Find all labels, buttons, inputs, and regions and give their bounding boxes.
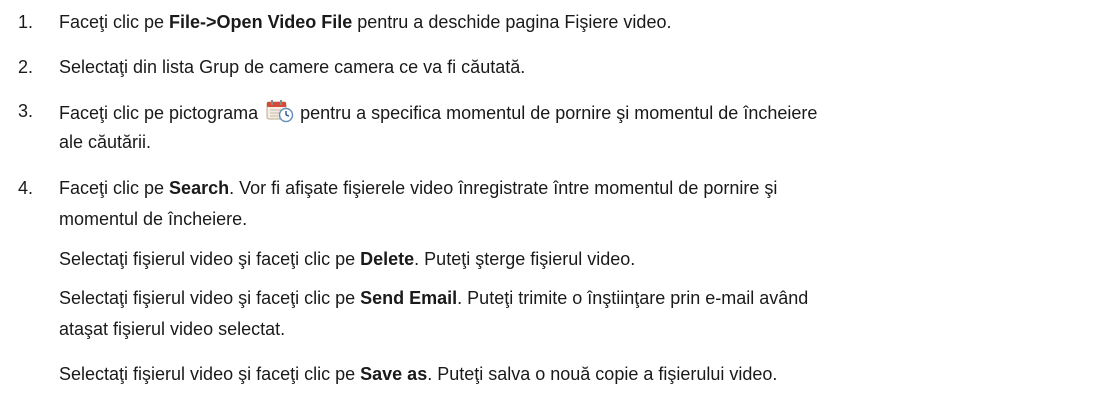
step-1-text-a: Faceţi clic pe <box>59 12 170 32</box>
note-send-email-bold: Send Email <box>360 288 458 308</box>
step-2-number: 2. <box>18 57 34 77</box>
step-3-text-b: pentru a specifica momentul de pornire ş… <box>300 103 818 123</box>
note-save-as: Selectaţi fişierul video şi faceţi clic … <box>59 362 777 386</box>
step-3-text: Faceţi clic pe pictograma pentru a speci… <box>59 99 817 123</box>
step-4-text: Faceţi clic pe Search. Vor fi afişate fi… <box>59 176 777 200</box>
note-send-email-text-a: Selectaţi fişierul video şi faceţi clic … <box>59 288 361 308</box>
note-send-email-continued: ataşat fişierul video selectat. <box>59 319 286 339</box>
step-1-text: Faceţi clic pe File->Open Video File pen… <box>59 10 671 34</box>
note-delete-text-b: . Puteţi şterge fişierul video. <box>414 249 636 269</box>
step-1-text-b: pentru a deschide pagina Fişiere video. <box>352 12 672 32</box>
note-save-as-bold: Save as <box>360 364 428 384</box>
note-delete-text-a: Selectaţi fişierul video şi faceţi clic … <box>59 249 361 269</box>
note-send-email-text-b: . Puteţi trimite o înştiinţare prin e-ma… <box>457 288 809 308</box>
step-1-bold-menu-path: File->Open Video File <box>169 12 353 32</box>
step-4-number: 4. <box>18 178 34 198</box>
calendar-clock-icon <box>266 99 294 123</box>
step-2-text: Selectaţi din lista Grup de camere camer… <box>59 57 526 77</box>
step-4-text-continued: momentul de încheiere. <box>59 209 248 229</box>
step-3-text-continued: ale căutării. <box>59 132 152 152</box>
step-3-number: 3. <box>18 101 34 121</box>
step-4-bold-search: Search <box>169 178 230 198</box>
step-1-number: 1. <box>18 12 34 32</box>
note-save-as-text-b: . Puteţi salva o nouă copie a fişierului… <box>427 364 778 384</box>
step-4-text-b: . Vor fi afişate fişierele video înregis… <box>229 178 778 198</box>
note-save-as-text-a: Selectaţi fişierul video şi faceţi clic … <box>59 364 361 384</box>
note-delete: Selectaţi fişierul video şi faceţi clic … <box>59 247 635 271</box>
step-3-text-a: Faceţi clic pe pictograma <box>59 103 259 123</box>
note-send-email: Selectaţi fişierul video şi faceţi clic … <box>59 286 808 310</box>
step-4-text-a: Faceţi clic pe <box>59 178 170 198</box>
note-delete-bold: Delete <box>360 249 415 269</box>
